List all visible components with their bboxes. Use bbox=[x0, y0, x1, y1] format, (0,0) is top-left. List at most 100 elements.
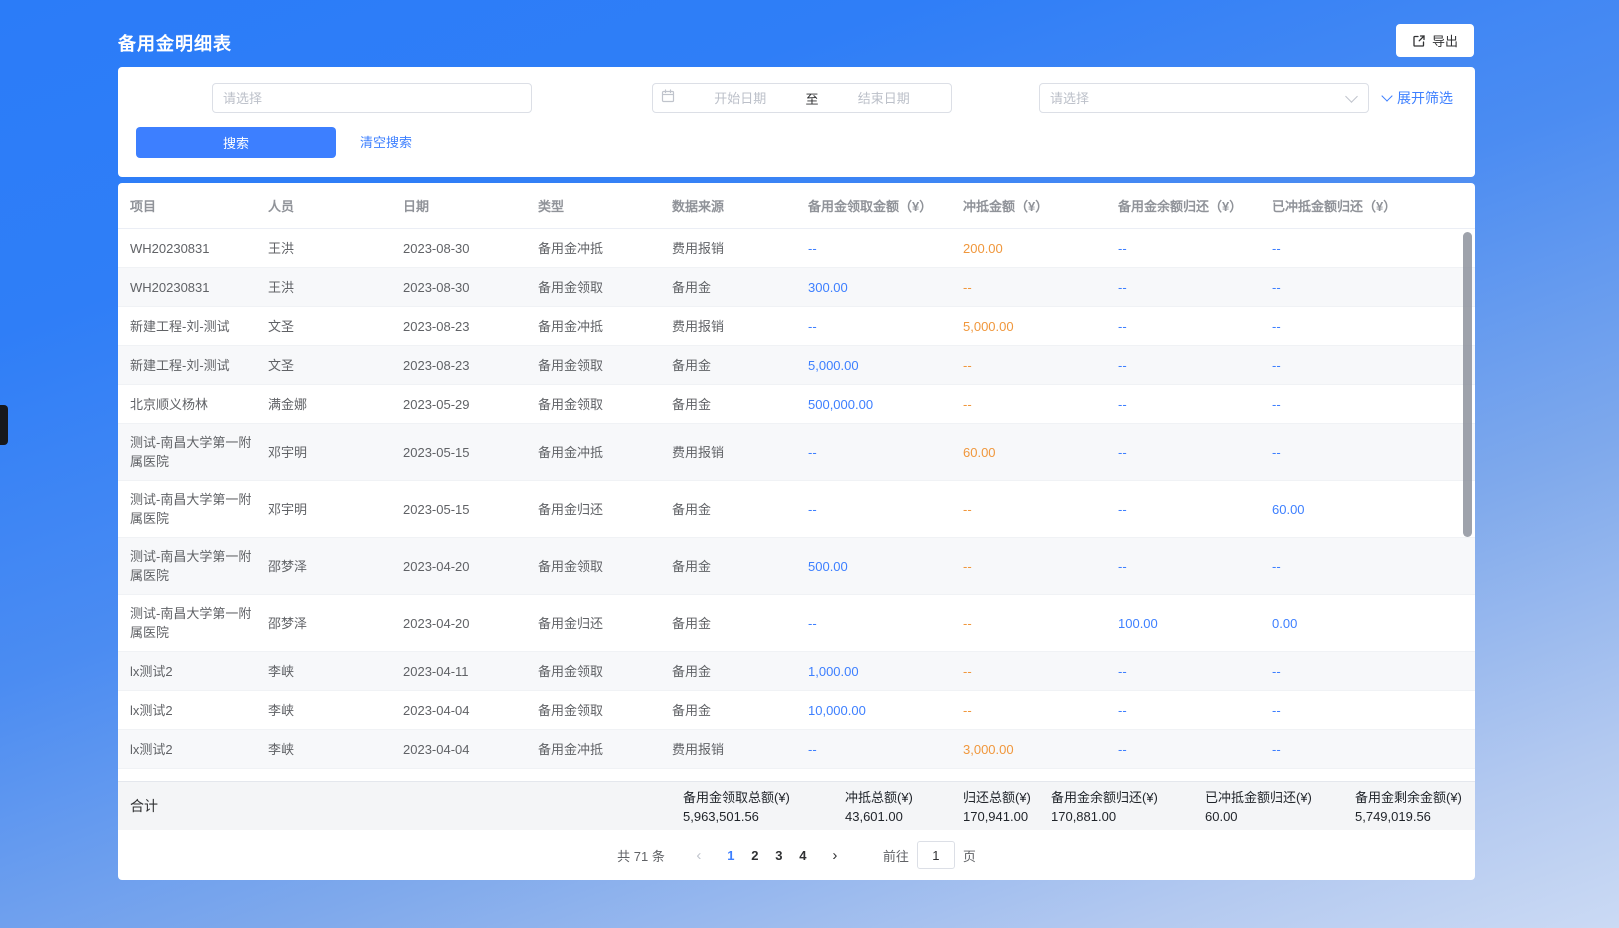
cell-date: 2023-04-20 bbox=[403, 548, 538, 585]
cell-person: 王洪 bbox=[268, 269, 403, 306]
page-number-button[interactable]: 4 bbox=[791, 843, 815, 867]
cell-offset-return: -- bbox=[1272, 269, 1475, 306]
cell-receive-amount: 10,000.00 bbox=[808, 692, 963, 729]
cell-type: 备用金冲抵 bbox=[538, 308, 672, 345]
cell-offset-amount: -- bbox=[963, 548, 1118, 585]
person-select[interactable] bbox=[212, 83, 532, 113]
cell-date: 2023-04-04 bbox=[403, 692, 538, 729]
summary-item: 备用金剩余金额(¥) 5,749,019.56 bbox=[1355, 788, 1462, 826]
cell-receive-amount: -- bbox=[808, 731, 963, 768]
cell-offset-return: -- bbox=[1272, 434, 1475, 471]
cell-source: 备用金 bbox=[672, 605, 808, 642]
cell-offset-return: -- bbox=[1272, 731, 1475, 768]
cell-person: 李峡 bbox=[268, 731, 403, 768]
cell-receive-amount: 300.00 bbox=[808, 269, 963, 306]
table-row: 北京顺义杨林 满金娜 2023-05-29 备用金领取 备用金 500,000.… bbox=[118, 385, 1475, 424]
column-header: 已冲抵金额归还（¥） bbox=[1272, 196, 1475, 215]
cell-person: 邵梦泽 bbox=[268, 548, 403, 585]
table-row: 测试-南昌大学第一附属医院 邵梦泽 2023-04-20 备用金归还 备用金 -… bbox=[118, 595, 1475, 652]
cell-offset-amount: 60.00 bbox=[963, 434, 1118, 471]
cell-type: 备用金领取 bbox=[538, 269, 672, 306]
summary-item-value: 60.00 bbox=[1205, 807, 1312, 826]
cell-receive-amount: 500,000.00 bbox=[808, 386, 963, 423]
project-select[interactable] bbox=[1039, 83, 1369, 113]
table-row: WH20230831 王洪 2023-08-30 备用金领取 备用金 300.0… bbox=[118, 268, 1475, 307]
cell-offset-amount: 3,000.00 bbox=[963, 731, 1118, 768]
date-start-input[interactable] bbox=[681, 84, 800, 112]
cell-person: 邓宇明 bbox=[268, 491, 403, 528]
cell-person: 满金娜 bbox=[268, 386, 403, 423]
summary-item: 备用金余额归还(¥) 170,881.00 bbox=[1051, 788, 1158, 826]
cell-source: 费用报销 bbox=[672, 434, 808, 471]
summary-item-value: 170,881.00 bbox=[1051, 807, 1158, 826]
summary-item-value: 5,749,019.56 bbox=[1355, 807, 1462, 826]
summary-item: 冲抵总额(¥) 43,601.00 bbox=[845, 788, 913, 826]
cell-offset-return: -- bbox=[1272, 692, 1475, 729]
table-row: 测试-南昌大学第一附属医院 邓宇明 2023-05-15 备用金冲抵 费用报销 … bbox=[118, 424, 1475, 481]
pagination: 共 71 条 ‹ 1234 › 前往 页 bbox=[118, 830, 1475, 880]
goto-page-input[interactable] bbox=[917, 841, 955, 869]
cell-offset-return: -- bbox=[1272, 308, 1475, 345]
cell-offset-return: -- bbox=[1272, 548, 1475, 585]
expand-filters-link[interactable]: 展开筛选 bbox=[1383, 83, 1453, 113]
table-row: 测试-南昌大学第一附属医院 邵梦泽 2023-04-20 备用金领取 备用金 5… bbox=[118, 538, 1475, 595]
cell-offset-amount: -- bbox=[963, 269, 1118, 306]
petty-cash-table: 项目人员日期类型数据来源备用金领取金额（¥）冲抵金额（¥）备用金余额归还（¥）已… bbox=[118, 183, 1475, 880]
table-row: 新建工程-刘-测试 文圣 2023-08-23 备用金冲抵 费用报销 -- 5,… bbox=[118, 307, 1475, 346]
cell-type: 备用金归还 bbox=[538, 491, 672, 528]
calendar-icon bbox=[661, 89, 675, 108]
cell-date: 2023-08-30 bbox=[403, 269, 538, 306]
cell-type: 备用金领取 bbox=[538, 692, 672, 729]
cell-person: 王洪 bbox=[268, 230, 403, 267]
project-select-input[interactable] bbox=[1040, 84, 1347, 112]
table-body: WH20230831 王洪 2023-08-30 备用金冲抵 费用报销 -- 2… bbox=[118, 229, 1475, 781]
column-header: 人员 bbox=[268, 196, 403, 215]
table-row: 新建工程-刘-测试 文圣 2023-08-23 备用金领取 备用金 5,000.… bbox=[118, 346, 1475, 385]
table-row: lx测试2 李峡 2023-04-04 备用金领取 备用金 10,000.00 … bbox=[118, 691, 1475, 730]
cell-person: 文圣 bbox=[268, 347, 403, 384]
page-number-button[interactable]: 2 bbox=[743, 843, 767, 867]
column-header: 备用金领取金额（¥） bbox=[808, 196, 963, 215]
cell-offset-amount: -- bbox=[963, 347, 1118, 384]
cell-balance-return: -- bbox=[1118, 347, 1272, 384]
vertical-scrollbar[interactable] bbox=[1463, 232, 1472, 537]
search-button[interactable]: 搜索 bbox=[136, 127, 336, 158]
cell-offset-return: -- bbox=[1272, 230, 1475, 267]
cell-balance-return: -- bbox=[1118, 230, 1272, 267]
cell-project: 测试-南昌大学第一附属医院 bbox=[130, 481, 268, 537]
cell-project: WH20230831 bbox=[130, 269, 268, 306]
table-row: lx测试2 李峡 2023-04-11 备用金领取 备用金 1,000.00 -… bbox=[118, 652, 1475, 691]
clear-search-link[interactable]: 清空搜索 bbox=[360, 127, 412, 158]
cell-source: 费用报销 bbox=[672, 230, 808, 267]
table-row: WH20230831 王洪 2023-08-30 备用金冲抵 费用报销 -- 2… bbox=[118, 229, 1475, 268]
next-page-arrow[interactable]: › bbox=[823, 843, 847, 867]
date-range-picker[interactable]: 至 bbox=[652, 83, 952, 113]
cell-offset-amount: -- bbox=[963, 692, 1118, 729]
export-button[interactable]: 导出 bbox=[1396, 24, 1474, 57]
cell-source: 备用金 bbox=[672, 548, 808, 585]
cell-project: WH20230831 bbox=[130, 230, 268, 267]
cell-balance-return: -- bbox=[1118, 269, 1272, 306]
prev-page-arrow[interactable]: ‹ bbox=[687, 843, 711, 867]
summary-item-label: 备用金领取总额(¥) bbox=[683, 788, 790, 807]
cell-project: lx测试2 bbox=[130, 653, 268, 690]
expand-filters-label: 展开筛选 bbox=[1397, 88, 1453, 108]
chevron-down-icon bbox=[1381, 90, 1392, 101]
page-number-button[interactable]: 1 bbox=[719, 843, 743, 867]
cell-balance-return: 100.00 bbox=[1118, 605, 1272, 642]
person-select-input[interactable] bbox=[213, 84, 531, 112]
cell-date: 2023-04-20 bbox=[403, 605, 538, 642]
cell-offset-amount: -- bbox=[963, 605, 1118, 642]
cell-date: 2023-04-04 bbox=[403, 731, 538, 768]
cell-balance-return: -- bbox=[1118, 653, 1272, 690]
cell-source: 备用金 bbox=[672, 692, 808, 729]
export-icon bbox=[1412, 34, 1426, 48]
date-end-input[interactable] bbox=[825, 84, 944, 112]
side-drawer-handle[interactable] bbox=[0, 405, 8, 445]
cell-source: 备用金 bbox=[672, 653, 808, 690]
cell-source: 备用金 bbox=[672, 491, 808, 528]
cell-offset-return: -- bbox=[1272, 347, 1475, 384]
page-number-button[interactable]: 3 bbox=[767, 843, 791, 867]
summary-item: 归还总额(¥) 170,941.00 bbox=[963, 788, 1031, 826]
cell-balance-return: -- bbox=[1118, 386, 1272, 423]
